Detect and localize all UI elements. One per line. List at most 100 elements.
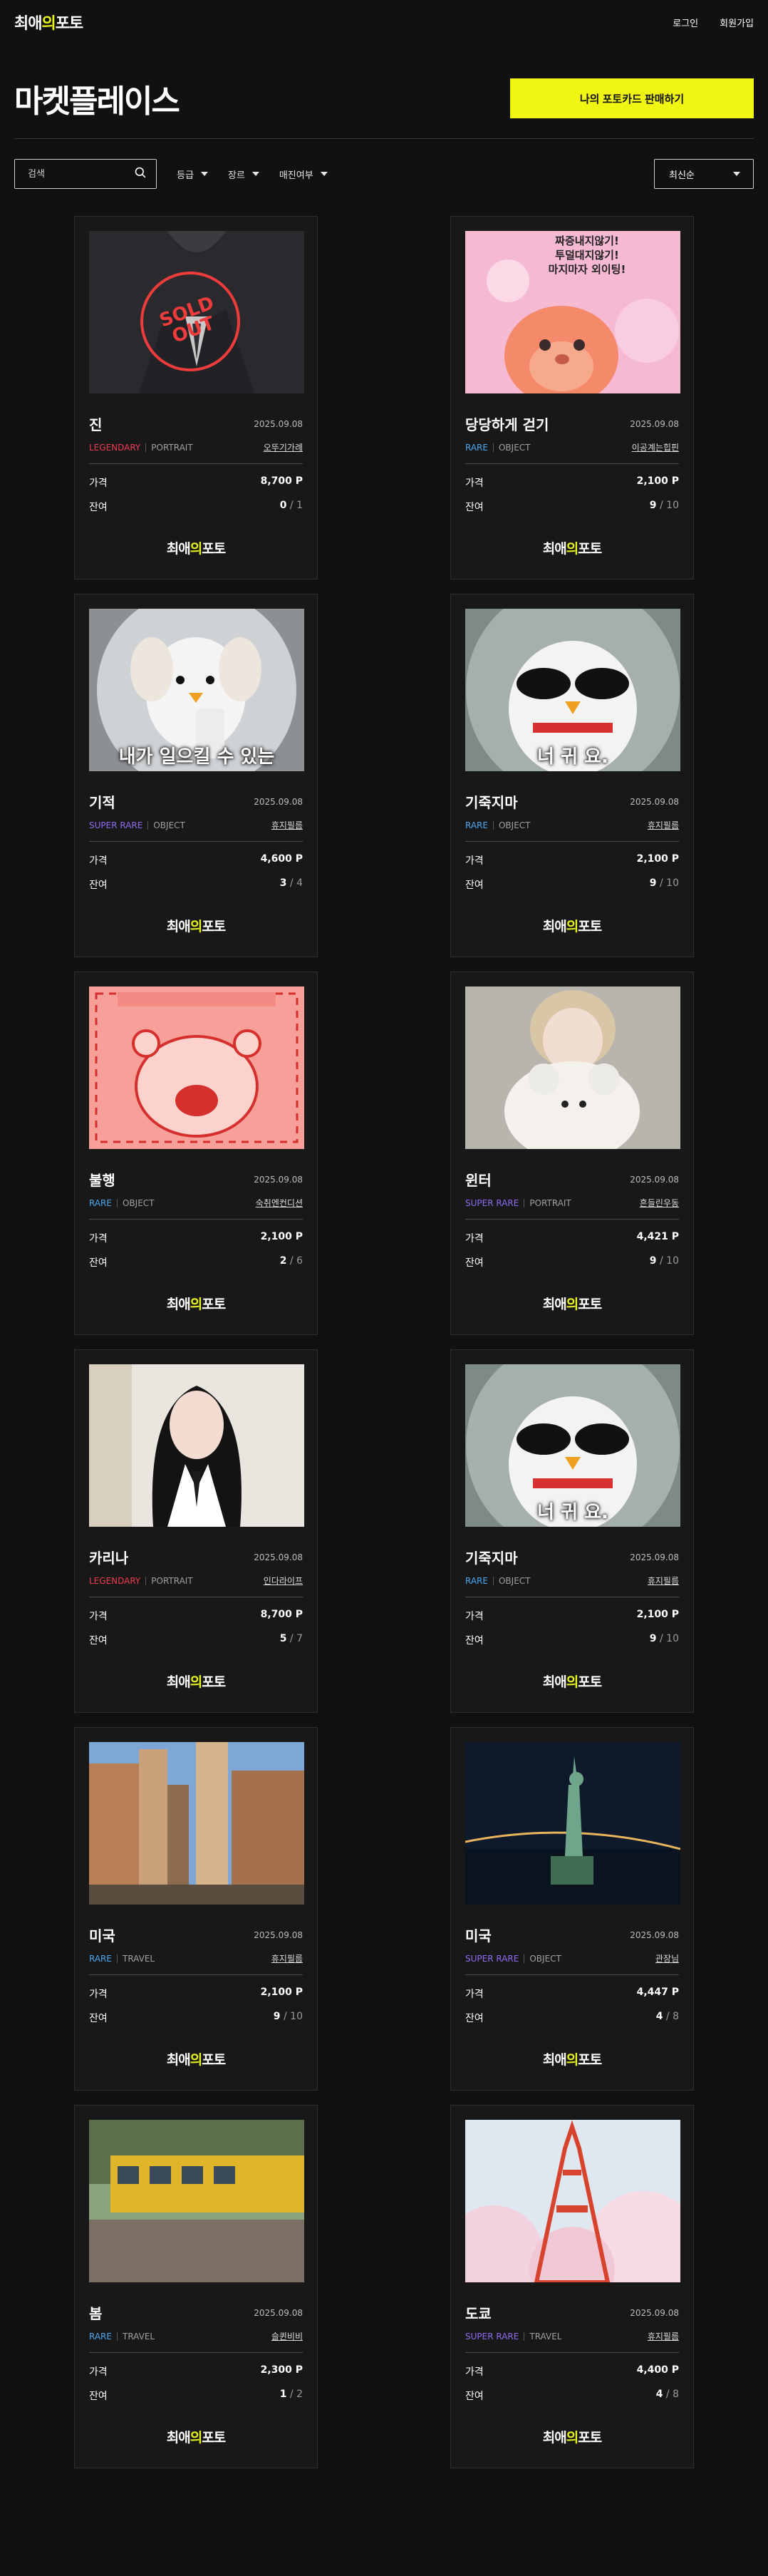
photocard-image: 내가 일으킬 수 있는 [89, 609, 304, 771]
card-name: 윈터 [465, 1172, 492, 1189]
category-label: OBJECT [498, 820, 531, 830]
search-icon[interactable] [135, 167, 146, 181]
card-header: 불행 2025.09.08 [89, 1169, 303, 1190]
price-row: 가격 2,100 P [465, 475, 679, 490]
card-brand-logo: 최애의포토 [166, 2052, 226, 2068]
price-row: 가격 2,300 P [89, 2364, 303, 2379]
card-meta: SUPER RARE OBJECT 휴지필름 [89, 819, 303, 842]
card-tags: RARE OBJECT [89, 1198, 155, 1208]
seller-link[interactable]: 휴지필름 [648, 1575, 679, 1587]
card-brand-logo: 최애의포토 [542, 2430, 602, 2446]
photocard-8[interactable]: 너 귀 요. 기죽지마 2025.09.08 RARE OBJECT 휴지필름 … [450, 1349, 694, 1713]
card-name: 봄 [89, 2305, 103, 2322]
sell-photocard-button[interactable]: 나의 포토카드 판매하기 [510, 78, 754, 118]
divider [116, 1198, 118, 1207]
card-name: 기죽지마 [465, 1550, 518, 1567]
seller-link[interactable]: 이공계는힙핀 [632, 441, 679, 453]
price-value: 2,100 P [636, 475, 679, 487]
card-brand-logo: 최애의포토 [166, 2430, 226, 2446]
auth-links: 로그인 회원가입 [673, 16, 754, 29]
divider [145, 443, 147, 452]
divider [116, 2332, 118, 2341]
seller-link[interactable]: 숙취엔컨디션 [256, 1197, 303, 1209]
filter-bar: 등급 장르 매진여부 최신순 [14, 159, 754, 189]
price-value: 4,400 P [636, 2364, 679, 2376]
card-brand-logo: 최애의포토 [166, 1674, 226, 1690]
card-header: 기적 2025.09.08 [89, 791, 303, 812]
photocard-9[interactable]: 미국 2025.09.08 RARE TRAVEL 휴지필름 가격 2,100 … [74, 1727, 318, 2091]
remain-label: 잔여 [89, 1257, 108, 1269]
grade-badge: SUPER RARE [465, 2331, 519, 2341]
photocard-12[interactable]: 도쿄 2025.09.08 SUPER RARE TRAVEL 휴지필름 가격 … [450, 2105, 694, 2468]
photocard-11[interactable]: 봄 2025.09.08 RARE TRAVEL 슬퀸비비 가격 2,300 P… [74, 2105, 318, 2468]
card-meta: RARE OBJECT 휴지필름 [465, 1575, 679, 1597]
card-date: 2025.09.08 [630, 796, 679, 807]
card-tags: RARE OBJECT [465, 443, 531, 453]
image-caption-text: 너 귀 요. [537, 1502, 608, 1523]
seller-link[interactable]: 휴지필름 [648, 819, 679, 831]
seller-link[interactable]: 휴지필름 [648, 2330, 679, 2342]
grade-badge: RARE [89, 1197, 112, 1208]
price-label: 가격 [89, 478, 108, 489]
seller-link[interactable]: 관장님 [655, 1952, 679, 1964]
remain-label: 잔여 [465, 880, 484, 891]
search-box[interactable] [14, 159, 157, 189]
photocard-10[interactable]: 미국 2025.09.08 SUPER RARE OBJECT 관장님 가격 4… [450, 1727, 694, 2091]
card-date: 2025.09.08 [254, 1174, 303, 1185]
seller-link[interactable]: 휴지필름 [271, 819, 303, 831]
photocard-3[interactable]: 내가 일으킬 수 있는 기적 2025.09.08 SUPER RARE OBJ… [74, 594, 318, 957]
card-date: 2025.09.08 [254, 1930, 303, 1940]
seller-link[interactable]: 흔들린우동 [640, 1197, 679, 1209]
seller-link[interactable]: 슬퀸비비 [271, 2330, 303, 2342]
remain-label: 잔여 [465, 502, 484, 513]
seller-link[interactable]: 오뚜기가례 [264, 441, 303, 453]
card-tags: RARE TRAVEL [89, 2332, 155, 2341]
photocard-image [89, 2120, 304, 2282]
login-link[interactable]: 로그인 [673, 16, 698, 29]
card-tags: RARE TRAVEL [89, 1954, 155, 1964]
page-title: 마켓플레이스 [14, 83, 180, 120]
category-label: PORTRAIT [529, 1197, 571, 1208]
remain-label: 잔여 [89, 2013, 108, 2024]
category-label: OBJECT [498, 1575, 531, 1586]
card-meta: SUPER RARE OBJECT 관장님 [465, 1952, 679, 1975]
photocard-5[interactable]: 불행 2025.09.08 RARE OBJECT 숙취엔컨디션 가격 2,10… [74, 972, 318, 1335]
card-header: 미국 2025.09.08 [465, 1925, 679, 1945]
photocard-image: 너 귀 요. [465, 1364, 680, 1527]
price-row: 가격 2,100 P [89, 1231, 303, 1245]
card-meta: SUPER RARE TRAVEL 휴지필름 [465, 2330, 679, 2353]
soldout-dropdown[interactable]: 매진여부 [279, 168, 328, 181]
logo-text-post: 포토 [55, 15, 83, 33]
card-header: 도쿄 2025.09.08 [465, 2302, 679, 2323]
price-label: 가격 [465, 855, 484, 867]
photocard-7[interactable]: 카리나 2025.09.08 LEGENDARY PORTRAIT 인다라이프 … [74, 1349, 318, 1713]
grade-dropdown[interactable]: 등급 [177, 168, 208, 181]
photocard-image: SOLD OUT [89, 231, 304, 393]
card-brand-logo: 최애의포토 [542, 919, 602, 934]
card-date: 2025.09.08 [254, 796, 303, 807]
card-header: 기죽지마 2025.09.08 [465, 1547, 679, 1567]
remain-value: 9 / 10 [649, 1255, 679, 1267]
card-header: 윈터 2025.09.08 [465, 1169, 679, 1190]
remain-row: 잔여 2 / 6 [89, 1255, 303, 1269]
remain-row: 잔여 1 / 2 [89, 2389, 303, 2403]
search-input[interactable] [28, 168, 128, 180]
card-meta: RARE OBJECT 이공계는힙핀 [465, 441, 679, 464]
price-row: 가격 4,447 P [465, 1987, 679, 2001]
category-label: TRAVEL [529, 2331, 562, 2341]
genre-dropdown[interactable]: 장르 [228, 168, 259, 181]
signup-link[interactable]: 회원가입 [720, 16, 754, 29]
seller-link[interactable]: 인다라이프 [264, 1575, 303, 1587]
card-header: 기죽지마 2025.09.08 [465, 791, 679, 812]
photocard-4[interactable]: 너 귀 요. 기죽지마 2025.09.08 RARE OBJECT 휴지필름 … [450, 594, 694, 957]
logo[interactable]: 최애의포토 [14, 11, 83, 34]
remain-value: 9 / 10 [273, 2011, 303, 2022]
price-label: 가격 [89, 1611, 108, 1622]
photocard-2[interactable]: 짜증내지않기! 투덜대지않기! 마지마자 외이팅! 당당하게 걷기 2025.09.… [450, 216, 694, 579]
photocard-1[interactable]: SOLD OUT 진 2025.09.08 LEGENDARY PORTRAIT … [74, 216, 318, 579]
sort-dropdown[interactable]: 최신순 [654, 159, 754, 189]
photocard-6[interactable]: 윈터 2025.09.08 SUPER RARE PORTRAIT 흔들린우동 … [450, 972, 694, 1335]
seller-link[interactable]: 휴지필름 [271, 1952, 303, 1964]
photocard-image [465, 1742, 680, 1905]
grade-badge: RARE [465, 442, 488, 453]
